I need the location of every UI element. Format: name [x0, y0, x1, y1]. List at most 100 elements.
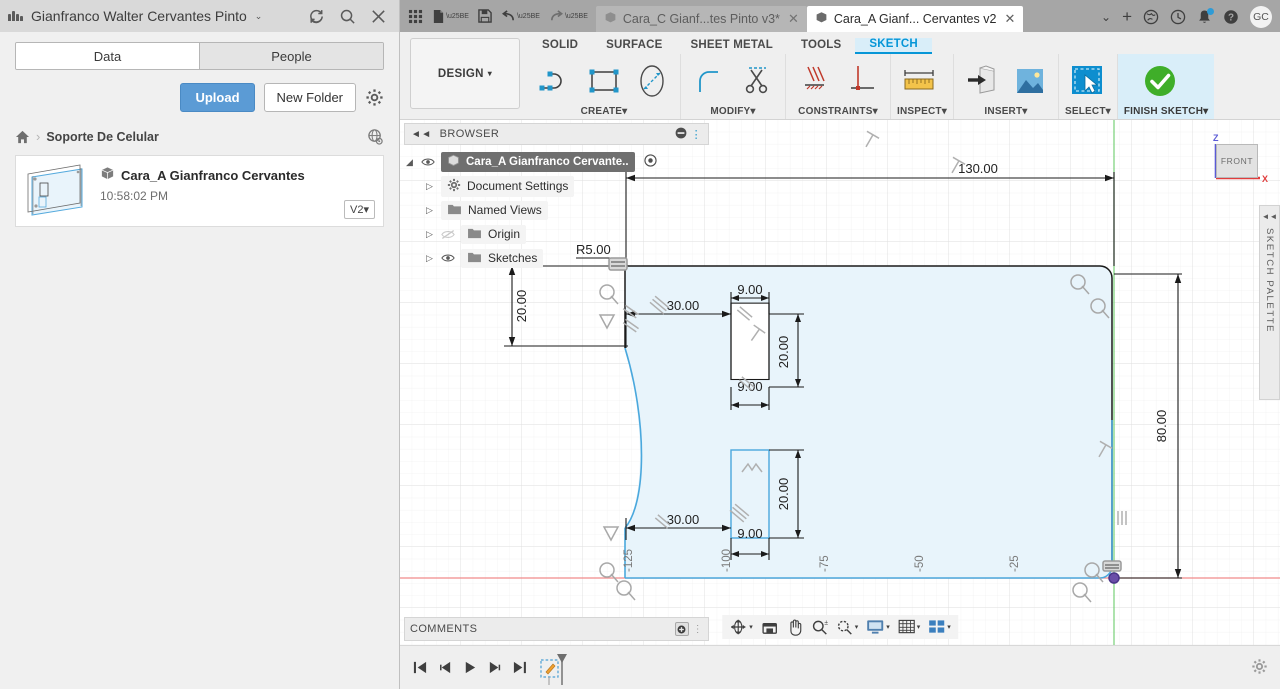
gear-icon[interactable]	[1251, 658, 1268, 678]
document-tab-cara-c[interactable]: Cara_C Gianf...tes Pinto v3* ✕	[595, 6, 807, 32]
expand-triangle-icon[interactable]: ▷	[424, 229, 435, 240]
grid-apps-icon[interactable]	[408, 9, 423, 24]
minimize-icon[interactable]	[675, 127, 687, 142]
ribbon-group-label[interactable]: INSPECT	[897, 106, 942, 117]
notification-bell-icon[interactable]	[1197, 8, 1214, 25]
display-settings-icon[interactable]: ▾	[863, 617, 893, 637]
orbit-icon[interactable]: ▾	[726, 616, 756, 638]
ribbon-group-label[interactable]: FINISH SKETCH	[1124, 106, 1203, 117]
recent-clock-icon[interactable]	[1170, 9, 1186, 25]
tree-row-sketches[interactable]: ▷ Sketches	[404, 246, 709, 270]
insert-derive-icon[interactable]	[960, 59, 1004, 103]
close-icon[interactable]: ✕	[1004, 11, 1015, 27]
eye-icon[interactable]	[421, 157, 435, 167]
new-folder-button[interactable]: New Folder	[263, 83, 356, 112]
tree-root-item[interactable]: Cara_A Gianfranco Cervante..	[441, 152, 635, 172]
new-file-icon[interactable]: \u25BE	[432, 9, 469, 24]
refresh-icon[interactable]	[308, 8, 325, 25]
timeline-sketch-marker[interactable]	[540, 653, 570, 685]
browser-resize-handle[interactable]: ⋮	[691, 128, 702, 141]
chevron-down-icon[interactable]: ▾	[749, 623, 753, 631]
ribbon-group-label[interactable]: SELECT	[1065, 106, 1106, 117]
avatar[interactable]: GC	[1250, 6, 1272, 28]
document-tab-cara-a[interactable]: Cara_A Gianf... Cervantes v2 ✕	[806, 6, 1024, 32]
ribbon-group-label[interactable]: CONSTRAINTS	[798, 106, 872, 117]
viewports-icon[interactable]: ▾	[925, 617, 954, 637]
view-cube[interactable]: Z X FRONT	[1198, 130, 1270, 192]
tab-data[interactable]: Data	[16, 43, 199, 69]
zoom-window-icon[interactable]: ▾	[833, 617, 862, 638]
workspace-switcher[interactable]: DESIGN ▾	[410, 38, 520, 109]
add-tab-button[interactable]: +	[1122, 8, 1132, 25]
ribbon-group-label[interactable]: MODIFY	[710, 106, 750, 117]
tree-row-root[interactable]: ◢ Cara_A Gianfranco Cervante..	[404, 150, 709, 174]
insert-image-icon[interactable]	[1008, 59, 1052, 103]
measure-ruler-icon[interactable]	[897, 59, 941, 103]
trim-scissors-icon[interactable]	[735, 59, 779, 103]
expand-triangle-icon[interactable]: ▷	[424, 253, 435, 264]
rectangle-icon[interactable]	[582, 59, 626, 103]
tab-people[interactable]: People	[199, 43, 383, 69]
comments-resize-handle[interactable]: ⋮	[693, 624, 703, 635]
chevron-down-icon[interactable]: ▾	[855, 623, 859, 631]
chevron-down-icon[interactable]: ▾	[947, 623, 951, 631]
sketch-line-icon[interactable]	[534, 59, 578, 103]
ribbon-group-label[interactable]: CREATE	[581, 106, 623, 117]
version-badge[interactable]: V2▾	[344, 200, 375, 219]
redo-icon[interactable]: \u25BE	[549, 9, 588, 23]
go-start-icon[interactable]	[412, 660, 428, 675]
sketch-canvas[interactable]: 130.00 80.00 20.00 R5.00 30.00 9.00 20.0…	[400, 120, 1280, 645]
view-cube-face[interactable]: FRONT	[1216, 144, 1258, 178]
collapse-left-icon[interactable]: ◄◄	[411, 129, 432, 140]
grid-snap-icon[interactable]: ▾	[895, 617, 924, 637]
eye-icon[interactable]	[441, 253, 455, 263]
sketch-palette-strip[interactable]: ◄◄ SKETCH PALETTE	[1259, 205, 1280, 400]
expand-triangle-icon[interactable]: ◢	[404, 157, 415, 168]
perpendicular-icon[interactable]	[840, 59, 884, 103]
chevron-down-icon[interactable]: ▾	[917, 623, 921, 631]
play-icon[interactable]	[462, 660, 478, 675]
go-end-icon[interactable]	[512, 660, 528, 675]
search-icon[interactable]	[339, 8, 356, 25]
pan-hand-icon[interactable]	[783, 616, 806, 638]
tab-overflow-icon[interactable]: ⌄	[1101, 10, 1111, 24]
ellipse-icon[interactable]	[630, 59, 674, 103]
tab-tools[interactable]: TOOLS	[787, 39, 855, 54]
ribbon-group-label[interactable]: INSERT	[984, 106, 1022, 117]
target-icon[interactable]	[643, 154, 657, 170]
step-forward-icon[interactable]	[487, 660, 503, 675]
close-icon[interactable]: ✕	[788, 11, 799, 27]
select-cursor-icon[interactable]	[1065, 59, 1109, 103]
comments-bar[interactable]: COMMENTS ⋮	[404, 617, 709, 641]
step-back-icon[interactable]	[437, 660, 453, 675]
tab-sheet-metal[interactable]: SHEET METAL	[677, 39, 788, 54]
pan-home-icon[interactable]	[758, 617, 781, 638]
save-icon[interactable]	[478, 9, 492, 23]
fillet-icon[interactable]	[687, 59, 731, 103]
upload-button[interactable]: Upload	[180, 83, 255, 112]
file-card[interactable]: Cara_A Gianfranco Cervantes 10:58:02 PM …	[15, 155, 384, 227]
close-icon[interactable]	[370, 8, 387, 25]
tab-surface[interactable]: SURFACE	[592, 39, 676, 54]
constraint-lines-icon[interactable]	[792, 59, 836, 103]
finish-check-icon[interactable]	[1138, 59, 1182, 103]
globe-icon[interactable]	[1143, 9, 1159, 25]
add-comment-icon[interactable]	[674, 622, 689, 636]
tab-solid[interactable]: SOLID	[528, 39, 592, 54]
tab-sketch[interactable]: SKETCH	[855, 38, 932, 54]
chevron-down-icon[interactable]: ⌄	[255, 11, 263, 22]
tree-row-named-views[interactable]: ▷ Named Views	[404, 198, 709, 222]
zoom-icon[interactable]: ±	[808, 617, 831, 638]
undo-icon[interactable]: \u25BE	[501, 9, 540, 23]
help-icon[interactable]: ?	[1223, 9, 1239, 25]
gear-icon[interactable]	[365, 88, 384, 107]
tree-row-document-settings[interactable]: ▷ Document Settings	[404, 174, 709, 198]
breadcrumb-path[interactable]: Soporte De Celular	[46, 130, 159, 144]
expand-triangle-icon[interactable]: ▷	[424, 205, 435, 216]
chevron-down-icon[interactable]: ▾	[886, 623, 890, 631]
eye-off-icon[interactable]	[441, 229, 455, 240]
collapse-right-icon[interactable]: ◄◄	[1262, 212, 1278, 221]
globe-share-icon[interactable]	[367, 128, 384, 145]
tree-row-origin[interactable]: ▷ Origin	[404, 222, 709, 246]
expand-triangle-icon[interactable]: ▷	[424, 181, 435, 192]
